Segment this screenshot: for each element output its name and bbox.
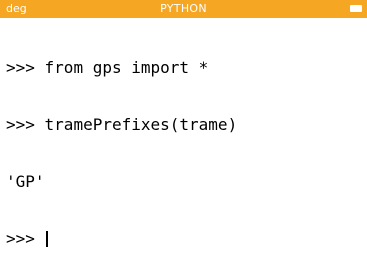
status-bar: deg PYTHON (0, 0, 367, 18)
console-output-line: 'GP' (6, 172, 361, 191)
console-prompt: >>> (6, 58, 35, 77)
text-cursor (45, 231, 48, 247)
python-console[interactable]: >>> from gps import * >>> tramePrefixes(… (6, 20, 361, 272)
console-prompt: >>> (6, 229, 35, 248)
console-input-text[interactable] (35, 229, 45, 248)
console-input-line: >>> from gps import * (6, 58, 361, 77)
battery-icon (350, 5, 362, 12)
console-output-text: 'GP' (6, 172, 45, 191)
app-title: PYTHON (160, 2, 207, 15)
console-input-text: tramePrefixes(trame) (34, 115, 238, 134)
console-current-input[interactable]: >>> (6, 229, 361, 248)
console-prompt: >>> (6, 115, 35, 134)
console-input-text: from gps import * (34, 58, 209, 77)
console-input-line: >>> tramePrefixes(trame) (6, 115, 361, 134)
